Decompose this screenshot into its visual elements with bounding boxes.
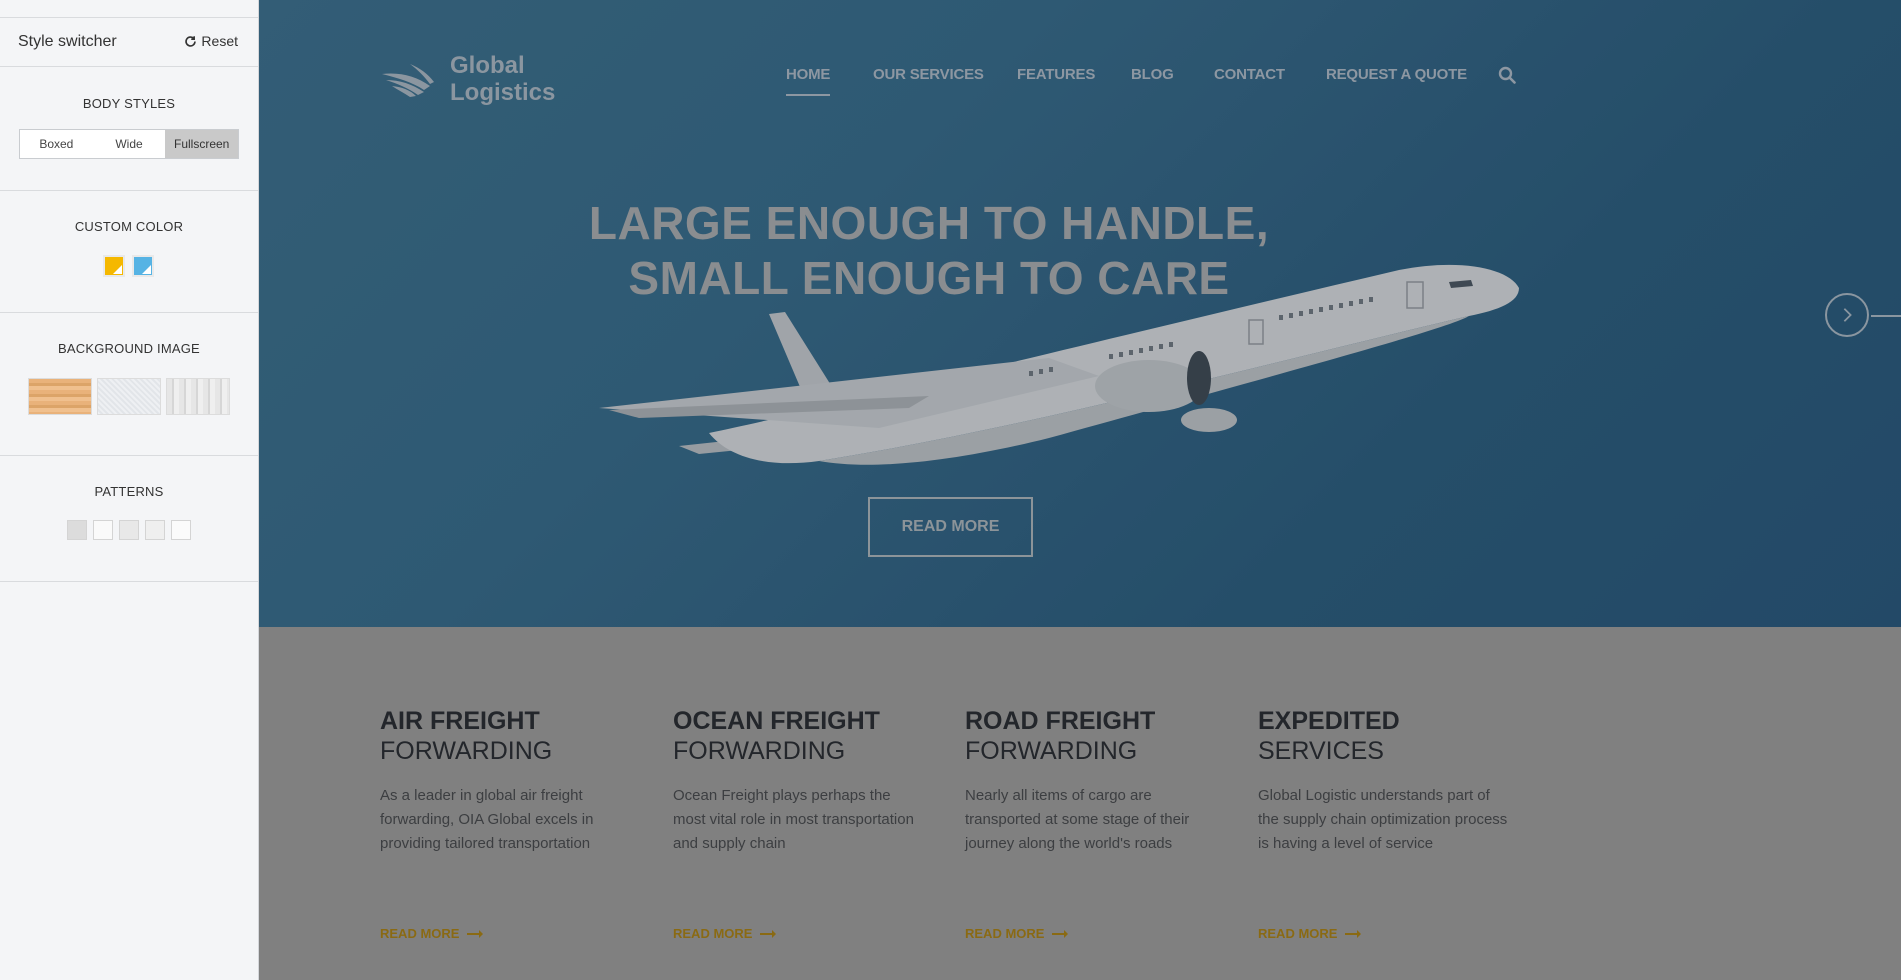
read-more-label: READ MORE <box>1258 926 1338 941</box>
service-card-air-freight: AIR FREIGHT FORWARDING As a leader in gl… <box>380 706 630 941</box>
airplane-image <box>599 264 1519 465</box>
service-read-more-link[interactable]: READ MORE <box>965 926 1069 941</box>
service-read-more-link[interactable]: READ MORE <box>380 926 484 941</box>
service-description: As a leader in global air freight forwar… <box>380 787 594 852</box>
read-more-label: READ MORE <box>965 926 1045 941</box>
arrow-right-icon <box>467 929 484 938</box>
custom-color-heading: CUSTOM COLOR <box>74 219 184 234</box>
service-subtitle: SERVICES <box>1258 737 1384 765</box>
wing-icon <box>382 64 434 97</box>
bg-image-grid[interactable] <box>97 378 161 415</box>
logo-line1: Global <box>450 52 525 79</box>
body-style-boxed-button[interactable]: Boxed <box>20 130 93 158</box>
reset-button[interactable]: Reset <box>184 33 238 49</box>
service-title: ROAD FREIGHT <box>965 707 1156 735</box>
nav-contact[interactable]: CONTACT <box>1214 66 1285 83</box>
nav-features[interactable]: FEATURES <box>1017 66 1095 83</box>
hero-section: Global Logistics HOME OUR SERVICES FEATU… <box>259 0 1901 627</box>
logo-line2: Logistics <box>450 79 556 106</box>
read-more-label: READ MORE <box>673 926 753 941</box>
service-title: AIR FREIGHT <box>380 707 540 735</box>
service-subtitle: FORWARDING <box>965 737 1138 765</box>
hero-headline-line1: LARGE ENOUGH TO HANDLE, <box>588 197 1270 249</box>
service-subtitle: FORWARDING <box>673 737 846 765</box>
style-switcher-panel: Style switcher Reset BODY STYLES Boxed W… <box>0 0 259 980</box>
hero-read-more-button[interactable]: READ MORE <box>868 497 1033 557</box>
slider-indicator-line <box>1871 315 1901 317</box>
pattern-swatch-2[interactable] <box>93 520 113 540</box>
service-read-more-link[interactable]: READ MORE <box>673 926 777 941</box>
read-more-label: READ MORE <box>380 926 460 941</box>
patterns-heading: PATTERNS <box>94 484 164 499</box>
color-swatch-blue[interactable] <box>132 255 154 277</box>
service-card-ocean-freight: OCEAN FREIGHT FORWARDING Ocean Freight p… <box>673 706 923 941</box>
body-style-wide-button[interactable]: Wide <box>93 130 166 158</box>
arrow-right-icon <box>1345 929 1362 938</box>
patterns-section <box>0 456 258 582</box>
switcher-header: Style switcher Reset <box>0 17 258 67</box>
body-styles-toggle: Boxed Wide Fullscreen <box>19 129 239 159</box>
service-description: Nearly all items of cargo are transporte… <box>965 787 1190 852</box>
services-section: AIR FREIGHT FORWARDING As a leader in gl… <box>259 627 1901 980</box>
slider-next-button[interactable] <box>1825 293 1869 337</box>
arrow-right-icon <box>1052 929 1069 938</box>
service-description: Ocean Freight plays perhaps the most vit… <box>673 787 914 852</box>
nav-home[interactable]: HOME <box>786 66 831 96</box>
switcher-title: Style switcher <box>18 33 117 50</box>
pattern-swatch-5[interactable] <box>171 520 191 540</box>
chevron-right-icon <box>1843 308 1852 322</box>
service-card-road-freight: ROAD FREIGHT FORWARDING Nearly all items… <box>965 706 1215 941</box>
nav-request-a-quote[interactable]: REQUEST A QUOTE <box>1326 66 1467 83</box>
service-title: OCEAN FREIGHT <box>673 707 880 735</box>
logo[interactable]: Global Logistics <box>380 52 555 106</box>
refresh-icon <box>185 35 197 47</box>
body-styles-heading: BODY STYLES <box>82 96 176 111</box>
service-description: Global Logistic understands part of the … <box>1258 787 1508 852</box>
service-subtitle: FORWARDING <box>380 737 553 765</box>
body-style-fullscreen-button[interactable]: Fullscreen <box>165 130 239 158</box>
nav-blog[interactable]: BLOG <box>1131 66 1174 83</box>
service-title: EXPEDITED <box>1258 707 1400 735</box>
pattern-swatch-3[interactable] <box>119 520 139 540</box>
bg-image-whitewood[interactable] <box>166 378 230 415</box>
service-card-expedited: EXPEDITED SERVICES Global Logistic under… <box>1258 706 1508 941</box>
service-read-more-link[interactable]: READ MORE <box>1258 926 1362 941</box>
bg-image-wood[interactable] <box>28 378 92 415</box>
custom-color-section <box>0 191 258 313</box>
reset-label: Reset <box>201 33 238 49</box>
pattern-swatch-1[interactable] <box>67 520 87 540</box>
background-image-heading: BACKGROUND IMAGE <box>58 341 200 356</box>
arrow-right-icon <box>760 929 777 938</box>
nav-our-services[interactable]: OUR SERVICES <box>873 66 984 83</box>
pattern-swatch-4[interactable] <box>145 520 165 540</box>
search-icon[interactable] <box>1498 66 1516 84</box>
color-swatch-yellow[interactable] <box>103 255 125 277</box>
